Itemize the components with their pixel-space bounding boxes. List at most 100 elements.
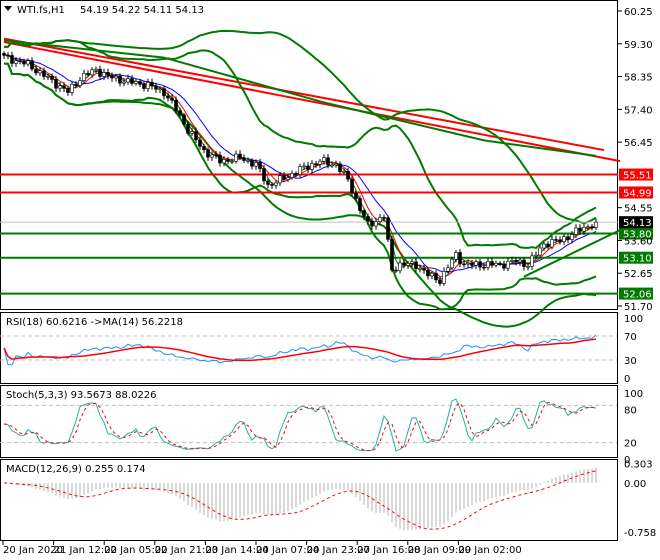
candle-body <box>522 259 526 267</box>
candle-body <box>482 266 486 269</box>
time-tick-label: 29 Jan 02:00 <box>458 545 521 556</box>
candle-body <box>130 78 134 84</box>
price-tick-label: 59.30 <box>624 40 653 51</box>
rsi-tick-label: 100 <box>624 314 643 325</box>
candle-body <box>294 173 298 175</box>
candle-body <box>502 263 506 269</box>
symbol-label: WTI.fs,H1 <box>17 5 65 16</box>
candle-body <box>390 239 394 271</box>
candle-body <box>310 163 314 170</box>
stoch-main-line <box>3 398 597 452</box>
candle-body <box>266 180 270 185</box>
price-tick-label: 53.60 <box>624 236 653 247</box>
candle-body <box>26 60 30 65</box>
candle-body <box>178 110 182 116</box>
bollinger-lower-band <box>3 62 597 311</box>
stoch-plot <box>0 398 617 452</box>
candle-body <box>118 75 122 84</box>
candle-body <box>262 168 266 182</box>
candle-body <box>346 171 350 180</box>
level-price-label: 55.51 <box>623 171 652 182</box>
candle-body <box>498 262 502 265</box>
rsi-tick-label: 70 <box>624 332 637 343</box>
candle-body <box>234 153 238 162</box>
candle-body <box>30 60 34 70</box>
candle-body <box>198 139 202 147</box>
collapse-triangle-icon[interactable] <box>4 6 12 11</box>
candle-body <box>446 267 450 272</box>
candle-body <box>258 162 262 169</box>
price-plot <box>0 29 621 328</box>
candle-body <box>334 163 338 166</box>
candle-body <box>342 171 346 173</box>
candle-body <box>306 165 310 170</box>
candle-body <box>142 83 146 89</box>
candle-body <box>138 81 142 85</box>
candle-body <box>282 175 286 180</box>
candle-body <box>82 73 86 81</box>
candle-body <box>426 269 430 277</box>
stoch-tick-label: 80 <box>624 405 637 416</box>
candle-body <box>318 160 322 165</box>
candle-body <box>18 60 22 62</box>
price-tick-label: 52.65 <box>624 269 653 280</box>
candle-body <box>542 243 546 249</box>
candle-body <box>174 99 178 111</box>
trading-chart[interactable]: 55.5154.9953.8053.1052.0654.1360.2559.30… <box>0 0 660 560</box>
candle-body <box>190 131 194 134</box>
candle-body <box>366 216 370 222</box>
candle-body <box>2 53 6 56</box>
candle-body <box>410 261 414 264</box>
long-trend-line <box>3 37 605 152</box>
price-tick-label: 60.25 <box>624 7 653 18</box>
candle-body <box>382 217 386 219</box>
moving-average-line <box>3 54 597 273</box>
candle-body <box>494 262 498 266</box>
candle-body <box>394 269 398 272</box>
candle-body <box>434 272 438 281</box>
candle-body <box>214 154 218 157</box>
candle-body <box>86 73 90 76</box>
candle-body <box>490 261 494 266</box>
candle-body <box>102 72 106 77</box>
candle-body <box>222 159 226 164</box>
candle-body <box>290 173 294 178</box>
candle-body <box>518 259 522 263</box>
candle-body <box>90 69 94 76</box>
macd-tick-label: 0.303 <box>624 459 653 470</box>
candle-body <box>22 60 26 65</box>
candle-body <box>158 88 162 90</box>
candle-body <box>546 243 550 248</box>
candle-body <box>122 81 126 84</box>
candle-body <box>106 72 110 76</box>
candle-body <box>470 262 474 266</box>
candle-body <box>486 261 490 268</box>
candle-body <box>286 177 290 180</box>
candle-body <box>506 260 510 269</box>
candle-body <box>94 68 98 71</box>
candle-body <box>422 268 426 271</box>
candle-body <box>374 221 378 227</box>
candle-body <box>226 159 230 162</box>
candle-body <box>126 78 130 83</box>
candle-body <box>418 268 422 270</box>
candle-body <box>38 70 42 74</box>
candle-body <box>182 114 186 125</box>
price-tick-label: 51.70 <box>624 302 653 313</box>
level-price-label: 52.06 <box>623 290 652 301</box>
candle-body <box>386 217 390 240</box>
candle-body <box>110 75 114 79</box>
candle-body <box>114 75 118 79</box>
candle-body <box>218 154 222 164</box>
candle-body <box>402 262 406 266</box>
candle-body <box>354 193 358 199</box>
candle-body <box>34 68 38 74</box>
candle-body <box>510 260 514 262</box>
candle-body <box>538 247 542 256</box>
candle-body <box>378 217 382 222</box>
level-price-label: 54.99 <box>623 188 652 199</box>
candle-body <box>66 88 70 93</box>
candle-body <box>430 272 434 277</box>
candle-body <box>186 124 190 134</box>
candle-body <box>570 234 574 240</box>
